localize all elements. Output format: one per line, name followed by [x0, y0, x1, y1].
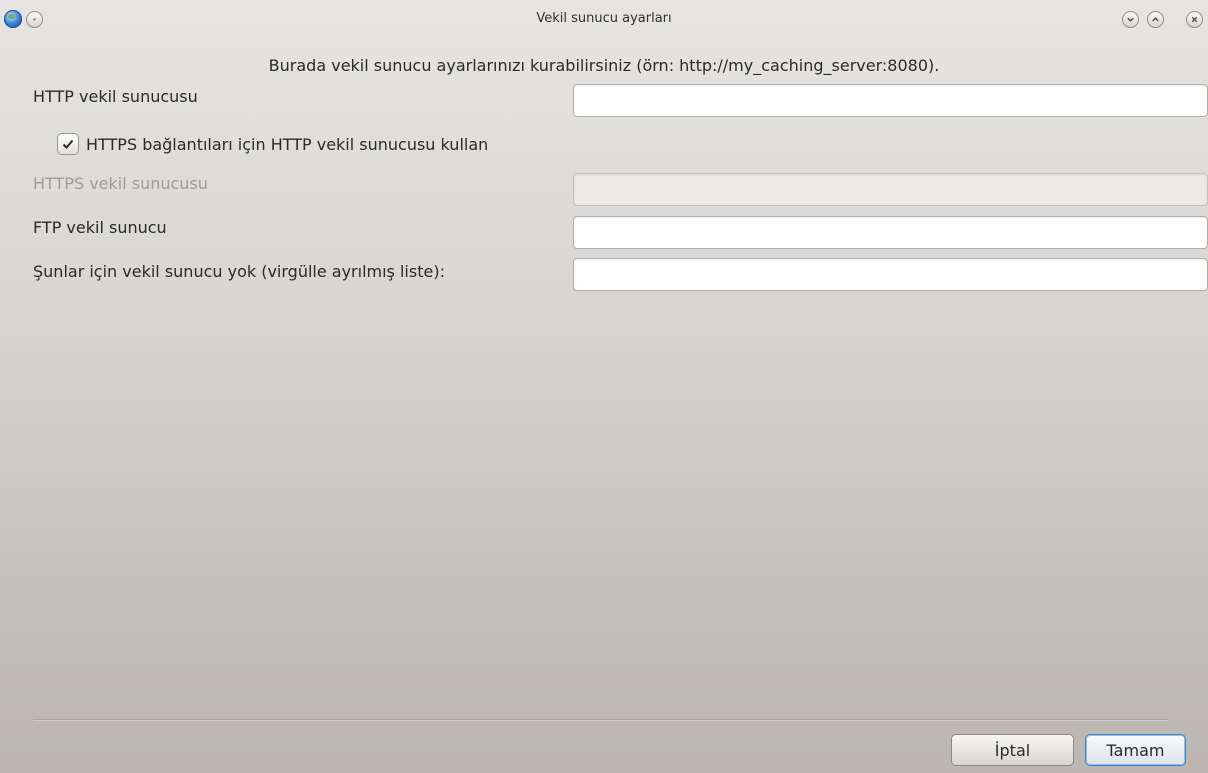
- https-proxy-label: HTTPS vekil sunucusu: [33, 174, 208, 193]
- button-separator: [33, 719, 1168, 721]
- https-use-http-proxy-option[interactable]: HTTPS bağlantıları için HTTP vekil sunuc…: [57, 132, 488, 156]
- minimize-button[interactable]: [1122, 11, 1139, 28]
- http-proxy-input[interactable]: [573, 84, 1208, 117]
- no-proxy-label: Şunlar için vekil sunucu yok (virgülle a…: [33, 262, 445, 281]
- https-use-http-proxy-checkbox[interactable]: [57, 133, 79, 155]
- window-title: Vekil sunucu ayarları: [536, 11, 672, 26]
- title-bar: Vekil sunucu ayarları: [0, 0, 1208, 50]
- maximize-icon: [1152, 17, 1159, 22]
- maximize-button[interactable]: [1147, 11, 1164, 28]
- http-proxy-label: HTTP vekil sunucusu: [33, 87, 198, 106]
- cancel-button[interactable]: İptal: [951, 734, 1074, 766]
- checkmark-icon: [62, 139, 74, 149]
- close-button[interactable]: [1186, 11, 1203, 28]
- intro-text: Burada vekil sunucu ayarlarınızı kurabil…: [268, 56, 940, 75]
- https-use-http-proxy-label: HTTPS bağlantıları için HTTP vekil sunuc…: [86, 134, 489, 154]
- https-proxy-input[interactable]: [573, 173, 1208, 206]
- ftp-proxy-input[interactable]: [573, 216, 1208, 249]
- proxy-settings-window: Vekil sunucu ayarları Burada vekil sunuc…: [0, 0, 1208, 773]
- close-icon: [1191, 16, 1198, 23]
- ftp-proxy-label: FTP vekil sunucu: [33, 218, 167, 237]
- no-proxy-input[interactable]: [573, 258, 1208, 291]
- ok-button[interactable]: Tamam: [1085, 734, 1186, 766]
- minimize-icon: [1127, 17, 1134, 22]
